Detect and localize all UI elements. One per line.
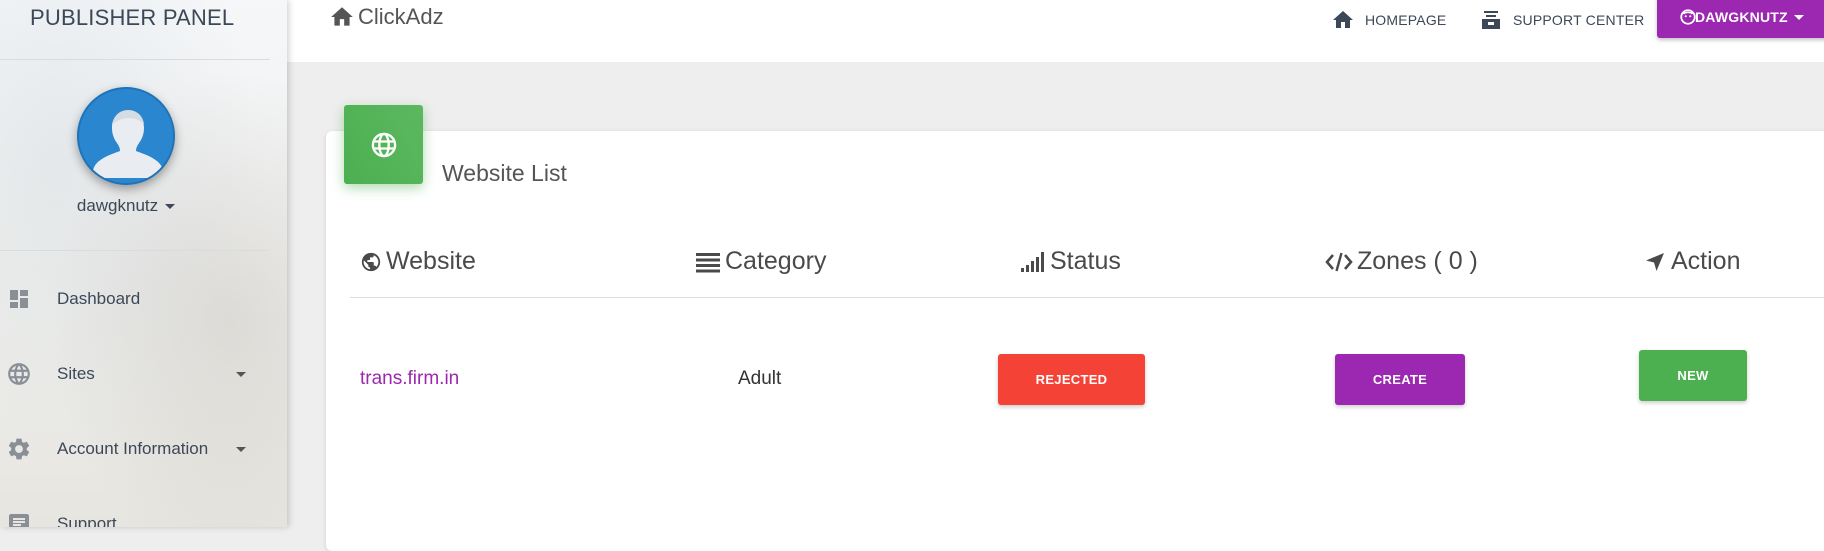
column-header-zones[interactable]: Zones ( 0 )	[1325, 247, 1478, 276]
homepage-label: HOMEPAGE	[1365, 12, 1447, 28]
username-dropdown[interactable]: dawgknutz	[0, 196, 252, 216]
support-center-link[interactable]: SUPPORT CENTER	[1479, 8, 1644, 32]
column-header-category[interactable]: Category	[695, 247, 826, 276]
caret-down-icon	[236, 446, 246, 452]
home-icon	[1333, 11, 1353, 28]
home-icon	[331, 7, 353, 26]
column-header-label: Status	[1050, 247, 1121, 275]
username-label: dawgknutz	[76, 196, 159, 215]
status-rejected-button[interactable]: REJECTED	[998, 354, 1145, 405]
sidebar-item-sites[interactable]: Sites	[0, 349, 270, 399]
card-header-icon	[344, 105, 423, 184]
globe-solid-icon	[361, 252, 381, 271]
website-list-card	[326, 131, 1824, 551]
sidebar-item-label: Account Information	[57, 439, 209, 458]
support-desk-icon	[1482, 11, 1500, 29]
website-link[interactable]: trans.firm.in	[360, 368, 459, 390]
create-zone-button[interactable]: CREATE	[1335, 354, 1465, 405]
category-value: Adult	[738, 368, 782, 389]
sidebar-item-label: Sites	[57, 364, 95, 383]
caret-down-icon	[165, 204, 176, 210]
sidebar: PUBLISHER PANEL dawgknutz Dashboard Site…	[0, 0, 287, 527]
support-icon	[6, 511, 32, 527]
homepage-link[interactable]: HOMEPAGE	[1331, 8, 1446, 32]
list-icon	[696, 252, 720, 272]
sidebar-item-label: Support	[57, 514, 117, 527]
sidebar-divider	[0, 250, 268, 251]
app-title: ClickAdz	[358, 4, 444, 29]
card-title: Website List	[442, 160, 567, 186]
location-arrow-icon	[1646, 252, 1664, 271]
top-navbar: ClickAdz HOMEPAGE SUPPORT CENTER DAWGKNU…	[287, 0, 1824, 62]
support-center-label: SUPPORT CENTER	[1513, 12, 1645, 28]
app-title-link[interactable]: ClickAdz	[329, 4, 444, 30]
avatar[interactable]	[77, 87, 175, 185]
user-face-icon	[1680, 9, 1696, 25]
user-menu-button[interactable]: DAWGKNUTZ	[1657, 0, 1824, 38]
column-header-label: Action	[1671, 247, 1741, 275]
user-silhouette-icon	[79, 89, 173, 183]
sidebar-item-label: Dashboard	[57, 289, 141, 308]
brand-title[interactable]: PUBLISHER PANEL	[30, 5, 234, 31]
column-header-label: Zones ( 0 )	[1357, 247, 1478, 275]
user-menu-label: DAWGKNUTZ	[1695, 9, 1788, 25]
column-header-label: Category	[725, 247, 827, 275]
sidebar-item-support[interactable]: Support	[0, 499, 270, 527]
dashboard-icon	[6, 286, 32, 312]
code-icon	[1325, 252, 1353, 271]
column-header-action[interactable]: Action	[1643, 247, 1740, 276]
globe-icon	[371, 132, 396, 157]
table-header-divider	[350, 297, 1824, 298]
gear-icon	[6, 436, 32, 462]
column-header-website[interactable]: Website	[360, 247, 476, 276]
globe-icon	[6, 361, 32, 387]
new-action-button[interactable]: NEW	[1639, 350, 1747, 401]
sidebar-item-account-information[interactable]: Account Information	[0, 424, 270, 474]
sidebar-item-dashboard[interactable]: Dashboard	[0, 274, 270, 324]
column-header-status[interactable]: Status	[1020, 247, 1121, 276]
sidebar-divider	[0, 59, 270, 60]
signal-bars-icon	[1021, 251, 1044, 272]
caret-down-icon	[1793, 14, 1804, 20]
column-header-label: Website	[386, 247, 476, 275]
caret-down-icon	[236, 371, 246, 377]
